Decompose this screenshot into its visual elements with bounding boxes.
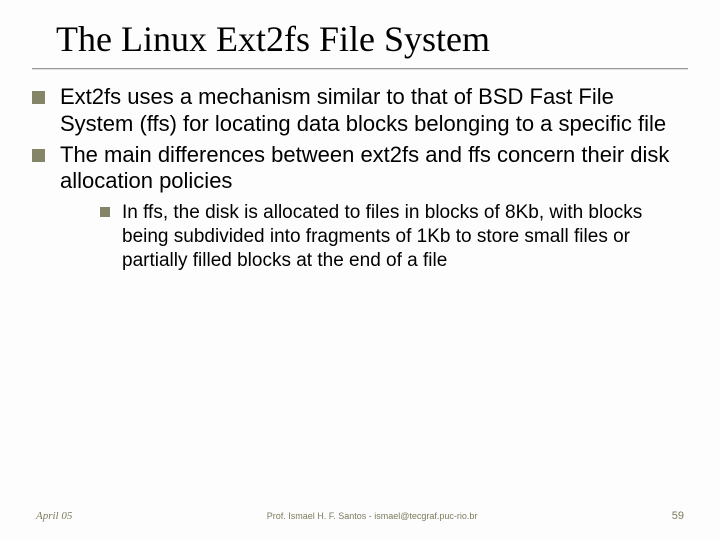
- slide: The Linux Ext2fs File System Ext2fs uses…: [0, 0, 720, 540]
- bullet-item: Ext2fs uses a mechanism similar to that …: [32, 84, 688, 138]
- slide-footer: April 05 Prof. Ismael H. F. Santos - ism…: [0, 510, 720, 522]
- bullet-text: The main differences between ext2fs and …: [60, 142, 669, 194]
- bullet-list-level2: In ffs, the disk is allocated to files i…: [60, 201, 688, 272]
- bullet-list-level1: Ext2fs uses a mechanism similar to that …: [32, 84, 688, 273]
- footer-date: April 05: [36, 510, 72, 522]
- bullet-subitem: In ffs, the disk is allocated to files i…: [100, 201, 688, 272]
- bullet-text: In ffs, the disk is allocated to files i…: [122, 202, 642, 271]
- footer-page-number: 59: [672, 510, 684, 522]
- slide-title: The Linux Ext2fs File System: [0, 0, 720, 68]
- bullet-item: The main differences between ext2fs and …: [32, 142, 688, 273]
- footer-author: Prof. Ismael H. F. Santos - ismael@tecgr…: [267, 511, 478, 521]
- slide-body: Ext2fs uses a mechanism similar to that …: [0, 70, 720, 273]
- bullet-text: Ext2fs uses a mechanism similar to that …: [60, 84, 666, 136]
